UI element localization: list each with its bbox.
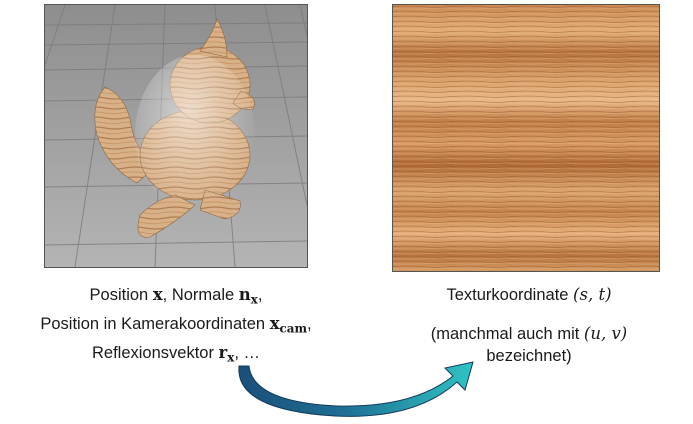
curved-arrow-icon [238, 361, 474, 417]
bird-render-image [44, 4, 308, 268]
caption-alternative-notation: (manchmal auch mit (u, v) [430, 324, 628, 343]
caption-position-normal: Position x, Normale nx, [89, 285, 263, 307]
wood-grain-texture-icon [393, 5, 659, 271]
caption-camera-position: Position in Kamerakoordinaten xcam, [40, 314, 312, 336]
wooden-bird-icon [44, 4, 308, 268]
caption-texture-coordinate: Texturkoordinate (s, t) [446, 285, 612, 304]
wood-texture-image [392, 4, 660, 272]
